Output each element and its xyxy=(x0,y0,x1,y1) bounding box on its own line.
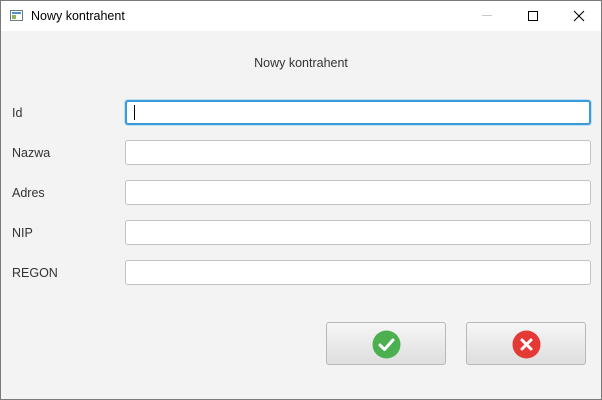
window-title: Nowy kontrahent xyxy=(31,9,125,23)
adres-label: Adres xyxy=(12,186,45,200)
regon-label: REGON xyxy=(12,266,58,280)
form-heading: Nowy kontrahent xyxy=(254,56,348,70)
regon-field[interactable] xyxy=(125,260,591,285)
id-label: Id xyxy=(12,106,23,120)
maximize-icon xyxy=(528,11,538,21)
close-icon xyxy=(573,10,585,22)
close-icon xyxy=(512,330,541,359)
text-caret xyxy=(134,105,135,120)
cancel-button[interactable] xyxy=(466,322,586,365)
maximize-button[interactable] xyxy=(510,1,556,31)
nip-label: NIP xyxy=(12,226,33,240)
dialog-window: Nowy kontrahent Nowy kontrahent Id Nazwa… xyxy=(0,0,602,400)
id-field[interactable] xyxy=(125,100,591,125)
app-window-icon xyxy=(10,10,23,21)
minimize-button[interactable] xyxy=(465,1,511,31)
confirm-button[interactable] xyxy=(326,322,446,365)
title-bar[interactable]: Nowy kontrahent xyxy=(1,1,601,31)
checkmark-icon xyxy=(372,330,401,359)
minimize-icon xyxy=(482,15,492,16)
adres-field[interactable] xyxy=(125,180,591,205)
window-close-button[interactable] xyxy=(556,1,601,31)
nazwa-label: Nazwa xyxy=(12,146,51,160)
nazwa-field[interactable] xyxy=(125,140,591,165)
nip-field[interactable] xyxy=(125,220,591,245)
